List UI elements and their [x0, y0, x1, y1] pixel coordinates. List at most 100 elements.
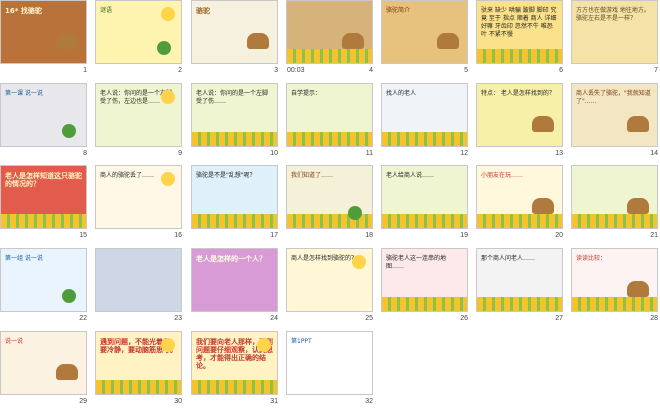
- slide-thumbnail-6[interactable]: 驮来 缺少 哄骗 跛脚 脚印 究竟 至于 指点 顺着 商人 详细 好嘛 牙齿印 …: [476, 0, 563, 64]
- slide-number: 11: [365, 150, 373, 157]
- slide-text: 那个商人问老人……: [481, 255, 536, 262]
- grass-decoration: [382, 297, 467, 311]
- slide-text: 自学提示：: [291, 90, 322, 97]
- camel-illustration: [247, 33, 269, 49]
- slide-thumbnail-24[interactable]: 老人是怎样的一个人？: [191, 248, 278, 312]
- tree-icon: [62, 289, 76, 303]
- slide-number: 12: [460, 150, 468, 157]
- slide-thumbnail-18[interactable]: 我们知道了……: [286, 165, 373, 229]
- slide-text: 特点： 老人是怎样找到的？: [481, 90, 555, 97]
- slide-number: 27: [555, 315, 563, 322]
- camel-illustration: [342, 33, 364, 49]
- slide-text: 驮来 缺少 哄骗 跛脚 脚印 究竟 至于 指点 顺着 商人 详细 好嘛 牙齿印 …: [481, 7, 557, 38]
- slide-text: 我们知道了……: [291, 172, 334, 179]
- slide-number: 1: [83, 67, 87, 74]
- slide-number: 7: [654, 67, 658, 74]
- slide-text: 老人给商人说……: [386, 172, 435, 179]
- slide-number: 18: [365, 232, 373, 239]
- slide-thumbnail-5[interactable]: 骆驼简介: [381, 0, 468, 64]
- slide-thumbnail-29[interactable]: 说一说: [0, 331, 87, 395]
- camel-illustration: [532, 198, 554, 214]
- slide-number: 9: [178, 150, 182, 157]
- camel-illustration: [627, 116, 649, 132]
- slide-number: 32: [365, 398, 373, 405]
- slide-text: 说一说: [5, 338, 24, 345]
- slide-text: 骆驼简介: [386, 7, 411, 14]
- grass-decoration: [382, 132, 467, 146]
- slide-number: 21: [650, 232, 658, 239]
- slide-text: 小朋友在玩……: [481, 172, 524, 179]
- slide-number: 2: [178, 67, 182, 74]
- slide-thumbnail-23[interactable]: [95, 248, 182, 312]
- grass-decoration: [382, 214, 467, 228]
- slide-thumbnail-10[interactable]: 老人说：你问的是一个左脚受了伤……: [191, 83, 278, 147]
- slide-number: 3: [274, 67, 278, 74]
- grass-decoration: [477, 214, 562, 228]
- slide-thumbnail-13[interactable]: 特点： 老人是怎样找到的？: [476, 83, 563, 147]
- slide-thumbnail-32[interactable]: 第1PPT: [286, 331, 373, 395]
- slide-thumbnail-14[interactable]: 商人丢失了骆驼，"我就知道了"……: [571, 83, 658, 147]
- slide-number: 16: [174, 232, 182, 239]
- slide-number: 20: [555, 232, 563, 239]
- slide-thumbnail-2[interactable]: 谜语: [95, 0, 182, 64]
- slide-number: 23: [174, 315, 182, 322]
- slide-text: 商人丢失了骆驼，"我就知道了"……: [576, 90, 651, 105]
- tree-icon: [157, 41, 171, 55]
- slide-number: 24: [270, 315, 278, 322]
- slide-number: 5: [464, 67, 468, 74]
- slide-thumbnail-25[interactable]: 商人是怎样找到骆驼的？: [286, 248, 373, 312]
- sun-icon: [161, 338, 175, 352]
- slide-thumbnail-12[interactable]: 找人的老人: [381, 83, 468, 147]
- slide-text: 老人是怎样的一个人？: [196, 255, 266, 263]
- slide-thumbnail-3[interactable]: 骆驼: [191, 0, 278, 64]
- slide-number: 13: [555, 150, 563, 157]
- slide-thumbnail-28[interactable]: 读读比较：: [571, 248, 658, 312]
- camel-illustration: [627, 281, 649, 297]
- grass-decoration: [572, 214, 657, 228]
- sun-icon: [161, 90, 175, 104]
- slide-text: 骆驼是不是"乱想"呢？: [196, 172, 256, 179]
- slide-number: 29: [79, 398, 87, 405]
- slide-thumbnail-15[interactable]: 老人是怎样知道这只骆驼的情况的？: [0, 165, 87, 229]
- slide-text: 骆驼老人这一连串的地图……: [386, 255, 447, 270]
- slide-sorter-grid: 16* 找骆驼 1 谜语 2 骆驼 3 4 00:03 骆驼简介 5 驮来 缺少 哄骗 跛脚 脚印 …: [0, 0, 660, 410]
- slide-number: 31: [270, 398, 278, 405]
- slide-number: 22: [79, 315, 87, 322]
- grass-decoration: [572, 297, 657, 311]
- grass-decoration: [287, 132, 372, 146]
- slide-text: 骆驼: [196, 7, 210, 15]
- slide-number: 30: [174, 398, 182, 405]
- slide-thumbnail-31[interactable]: 我们要向老人那样，遇到问题要仔细观察，认真思考，才能得出正确的结论。: [191, 331, 278, 395]
- slide-thumbnail-9[interactable]: 老人说：你问的是一个左脚受了伤，左边也是……: [95, 83, 182, 147]
- camel-illustration: [56, 364, 78, 380]
- slide-thumbnail-30[interactable]: 遇到问题，不能光着急，要冷静，要动脑筋思考。: [95, 331, 182, 395]
- slide-text: 第一课 说一说: [5, 90, 43, 97]
- slide-text: 老人是怎样知道这只骆驼的情况的？: [5, 172, 82, 188]
- slide-number: 4: [369, 67, 373, 74]
- slide-thumbnail-20[interactable]: 小朋友在玩……: [476, 165, 563, 229]
- slide-thumbnail-7[interactable]: 方方也在做游戏 地往地方。 骆驼左右是不是一样？: [571, 0, 658, 64]
- slide-thumbnail-17[interactable]: 骆驼是不是"乱想"呢？: [191, 165, 278, 229]
- grass-decoration: [287, 49, 372, 63]
- slide-thumbnail-4[interactable]: [286, 0, 373, 64]
- slide-text: 方方也在做游戏 地往地方。 骆驼左右是不是一样？: [576, 7, 650, 22]
- slide-text: 找人的老人: [386, 90, 417, 97]
- slide-thumbnail-26[interactable]: 骆驼老人这一连串的地图……: [381, 248, 468, 312]
- slide-number: 14: [650, 150, 658, 157]
- slide-thumbnail-8[interactable]: 第一课 说一说: [0, 83, 87, 147]
- slide-number: 26: [460, 315, 468, 322]
- slide-number: 25: [365, 315, 373, 322]
- slide-thumbnail-19[interactable]: 老人给商人说……: [381, 165, 468, 229]
- slide-thumbnail-11[interactable]: 自学提示：: [286, 83, 373, 147]
- slide-text: 第1PPT: [291, 338, 312, 345]
- slide-thumbnail-21[interactable]: [571, 165, 658, 229]
- tree-icon: [62, 124, 76, 138]
- sun-icon: [257, 338, 271, 352]
- slide-thumbnail-16[interactable]: 商人的骆驼丢了……: [95, 165, 182, 229]
- slide-number: 15: [79, 232, 87, 239]
- slide-thumbnail-1[interactable]: 16* 找骆驼: [0, 0, 87, 64]
- slide-number: 28: [650, 315, 658, 322]
- slide-thumbnail-22[interactable]: 第一组 说一说: [0, 248, 87, 312]
- slide-thumbnail-27[interactable]: 那个商人问老人……: [476, 248, 563, 312]
- camel-illustration: [437, 33, 459, 49]
